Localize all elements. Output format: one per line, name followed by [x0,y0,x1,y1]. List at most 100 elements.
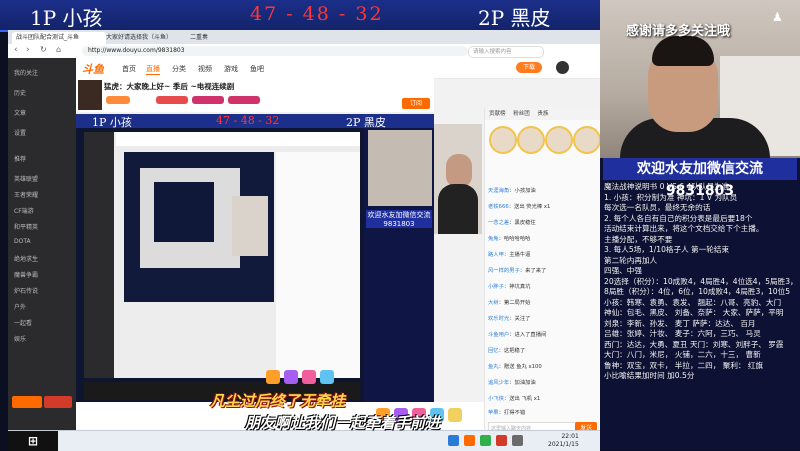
sidebar-item-recommend[interactable]: 推荐 [14,154,26,163]
mini-welcome: 欢迎水友加微信交流9831803 [366,210,432,228]
tab-contribution[interactable]: 贡献榜 [489,111,506,117]
fan-avatar[interactable] [545,126,573,154]
player2-label: 2P 黑皮 [478,6,551,30]
taskbar-app-icon[interactable] [512,435,523,446]
badge-4 [228,96,260,104]
tab-second[interactable]: 大家好请选择我（斗鱼） [102,32,190,44]
fan-avatar[interactable] [573,126,601,154]
chat-tabs: 贡献榜 粉丝团 贵族 [485,108,601,120]
sidebar-item-history[interactable]: 历史 [14,88,26,97]
sidebar-item-follow[interactable]: 我的关注 [14,68,38,77]
mini-player1: 1P 小孩 [92,116,132,129]
nav-game[interactable]: 游戏 [224,64,238,74]
fan-avatar[interactable] [489,126,517,154]
nav-home[interactable]: 首页 [122,64,136,74]
sidebar-item-war3[interactable]: 魔兽争霸 [14,270,38,279]
badge-3 [192,96,224,104]
sidebar-item-ent[interactable]: 娱乐 [14,334,26,343]
mini-camera [368,130,432,206]
nav-yuba[interactable]: 鱼吧 [250,64,264,74]
sidebar-item-hpjy[interactable]: 和平精英 [14,222,38,231]
gift-star-icon[interactable] [448,408,462,422]
back-icon[interactable]: ‹ [14,45,18,55]
taskbar-app-icon[interactable] [480,435,491,446]
tab-noble[interactable]: 贵族 [538,111,549,117]
sidebar-item-wzry[interactable]: 王者荣耀 [14,190,38,199]
chat-message: 天涯海角：小孩加油 [488,188,536,194]
chat-message: 小胖子：神坑真坑 [488,284,531,290]
left-sidebar: 我的关注 历史 文章 设置 推荐 英雄联盟 王者荣耀 CF端游 和平精英 DOT… [8,58,76,430]
sidebar-item-watch[interactable]: 一起看 [14,318,32,327]
tab-strip: 战斗团队配合测试_斗鱼 大家好请选择我（斗鱼） 二重奏 [8,30,600,44]
nav-live[interactable]: 直播 [146,64,160,75]
subscribe-button[interactable]: 订阅 [402,98,430,109]
gift-icon-2[interactable] [284,370,298,384]
lyric-line-2: 朋友啊让我们一起牵着手前进 [245,414,441,432]
chat-message: 欢乐时光：关注了 [488,316,531,322]
badge [106,96,130,104]
chat-message: 小飞侠：送出 飞机 x1 [488,396,541,402]
tab-fans[interactable]: 粉丝团 [513,111,530,117]
welcome-banner: 欢迎水友加微信交流9831803 [603,158,797,199]
gift-icon[interactable] [266,370,280,384]
search-input[interactable]: 请输入搜索内容 [468,46,544,58]
thanks-follow-text: 感谢请多多关注哦 [626,24,731,39]
sidebar-item-hs[interactable]: 炉石传说 [14,286,38,295]
chat-message: 老铁666：送出 荧光棒 x1 [488,204,551,210]
sidebar-item-outdoor[interactable]: 户外 [14,302,26,311]
mini-score: 47 - 48 - 32 [216,114,280,127]
chat-message: 路人甲：主播牛逼 [488,252,531,258]
sidebar-promo-button[interactable] [12,396,42,408]
nav-category[interactable]: 分类 [172,64,186,74]
chat-message: 兔兔：哈哈哈哈哈 [488,236,531,242]
rules-text: 魔法战神说明书 0 VS 6 4队队员为准 1. 小孩：积分制为准 神坑：1 V… [604,182,796,380]
chat-message: 大树：第二局开始 [488,300,531,306]
sidebar-item-dota[interactable]: DOTA [14,238,31,245]
gift-icon-4[interactable] [320,370,334,384]
person-icon: ♟ [772,10,783,24]
taskbar: ⊞ 22:01 2021/1/15 [8,430,600,451]
score-overlay-bar: 1P 小孩 47 - 48 - 32 2P 黑皮 [0,0,600,32]
site-logo[interactable]: 斗鱼 [82,61,104,77]
sidebar-item-article[interactable]: 文章 [14,108,26,117]
refresh-icon[interactable]: ↻ [40,45,47,54]
avatar[interactable] [556,61,569,74]
url-input[interactable]: http://www.douyu.com/9831803 [82,46,468,56]
gift-icon-3[interactable] [302,370,316,384]
sidebar-item-pubg[interactable]: 绝地求生 [14,254,38,263]
system-clock[interactable]: 22:01 2021/1/15 [548,433,579,449]
stream-title: 猛虎：大家晚上好~ 季后 ~电视连续剧 [104,82,235,91]
nav-video[interactable]: 视频 [198,64,212,74]
chat-message: 追风少年：加油加油 [488,380,536,386]
inner-camera-feed [434,124,482,234]
video-player[interactable]: 1P 小孩 47 - 48 - 32 2P 黑皮 欢迎水友加微信交流983180… [76,114,434,402]
lyric-line-1: 凡尘过后终了无牵挂 [210,392,346,410]
forward-icon[interactable]: › [26,45,30,55]
tab-third[interactable]: 二重奏 [186,32,234,44]
fan-avatar[interactable] [517,126,545,154]
site-header: 斗鱼 首页 直播 分类 视频 游戏 鱼吧 下载 [76,58,600,79]
score-text: 47 - 48 - 32 [250,3,384,25]
stream-info-bar: 猛虎：大家晚上好~ 季后 ~电视连续剧 订阅 [76,78,434,112]
sidebar-item-lol[interactable]: 英雄联盟 [14,174,38,183]
taskbar-app-icon[interactable] [464,435,475,446]
taskbar-app-icon[interactable] [496,435,507,446]
home-icon[interactable]: ⌂ [56,45,61,54]
sidebar-promo-button-2[interactable] [44,396,72,408]
player1-label: 1P 小孩 [30,6,103,30]
start-button[interactable]: ⊞ [8,431,58,451]
sidebar-item-cf[interactable]: CF端游 [14,206,34,215]
chat-message: 风一样的男子：来了来了 [488,268,547,274]
chat-message: 鱼丸：赠送 鱼丸 x100 [488,364,542,370]
download-button[interactable]: 下载 [516,62,542,73]
chat-message: 斗鱼用户：进入了直播间 [488,332,547,338]
taskbar-app-icon[interactable] [448,435,459,446]
streamer-avatar[interactable] [78,80,102,110]
badge-2 [156,96,188,104]
nested-browser-view [84,132,360,378]
sidebar-item-settings[interactable]: 设置 [14,128,26,137]
tab-douyu[interactable]: 战斗团队配合测试_斗鱼 [12,32,106,44]
chat-message: 苹果：打得不错 [488,410,526,416]
address-bar: ‹ › ↻ ⌂ http://www.douyu.com/9831803 请输入… [8,44,600,59]
chat-panel: 贡献榜 粉丝团 贵族 天涯海角：小孩加油 老铁666：送出 荧光棒 x1 一念之… [484,108,601,438]
